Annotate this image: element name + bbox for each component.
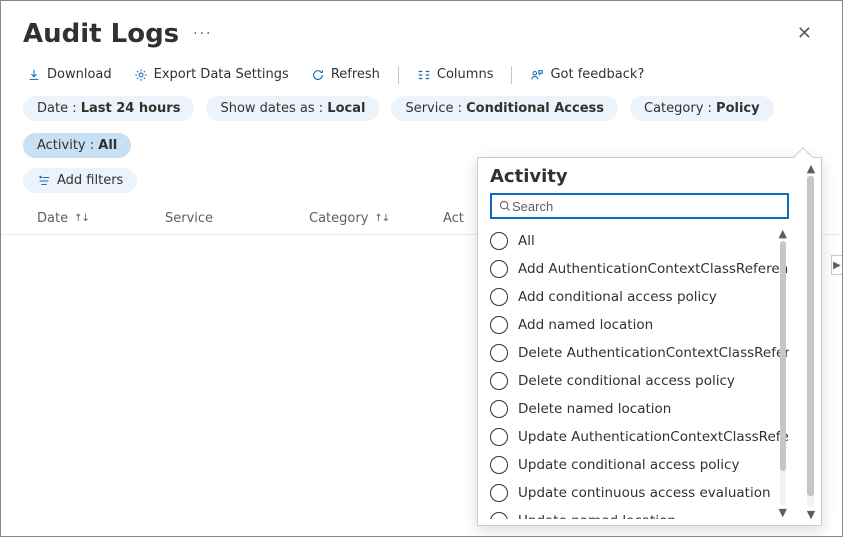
search-input[interactable] (512, 199, 781, 214)
panel-scroll-thumb[interactable] (807, 176, 814, 496)
gear-icon (134, 68, 148, 82)
search-icon (498, 199, 512, 213)
columns-button[interactable]: Columns (413, 65, 498, 84)
option-update-authctx[interactable]: Update AuthenticationContextClassReferen… (490, 423, 779, 451)
option-label: Update named location (518, 513, 676, 519)
panel-scrollbar: ▲ ▼ (801, 158, 821, 525)
filter-add-icon (37, 174, 51, 188)
filter-showdates-label: Show dates as : (220, 101, 327, 116)
list-scroll-thumb[interactable] (780, 241, 786, 471)
download-button[interactable]: Download (23, 65, 116, 84)
list-scroll-down[interactable]: ▼ (779, 506, 787, 519)
filter-activity[interactable]: Activity : All (23, 133, 131, 158)
column-header-date[interactable]: Date ↑↓ (37, 211, 165, 226)
columns-label: Columns (437, 67, 494, 82)
option-label: Delete AuthenticationContextClassReferen… (518, 345, 789, 361)
option-add-namedloc[interactable]: Add named location (490, 311, 779, 339)
option-label: All (518, 233, 535, 249)
option-add-capolicy[interactable]: Add conditional access policy (490, 283, 779, 311)
refresh-button[interactable]: Refresh (307, 65, 384, 84)
radio-icon (490, 344, 508, 362)
separator (511, 66, 512, 84)
refresh-label: Refresh (331, 67, 380, 82)
radio-icon (490, 484, 508, 502)
option-label: Delete named location (518, 401, 671, 417)
filter-service-value: Conditional Access (466, 101, 604, 116)
export-settings-label: Export Data Settings (154, 67, 289, 82)
list-scroll-up[interactable]: ▲ (779, 227, 787, 240)
filter-date-value: Last 24 hours (81, 101, 181, 116)
column-header-service[interactable]: Service (165, 211, 309, 226)
panel-scroll-down[interactable]: ▼ (801, 508, 821, 521)
filter-service[interactable]: Service : Conditional Access (391, 96, 618, 121)
add-filters-label: Add filters (57, 173, 123, 188)
filter-category-value: Policy (716, 101, 760, 116)
radio-icon (490, 316, 508, 334)
export-settings-button[interactable]: Export Data Settings (130, 65, 293, 84)
filter-showdates-value: Local (327, 101, 365, 116)
option-add-authctx[interactable]: Add AuthenticationContextClassReference (490, 255, 779, 283)
option-label: Update continuous access evaluation (518, 485, 771, 501)
filter-category-label: Category : (644, 101, 716, 116)
filter-date-label: Date : (37, 101, 81, 116)
command-bar: Download Export Data Settings Refresh Co… (1, 53, 842, 94)
radio-icon (490, 232, 508, 250)
person-feedback-icon (530, 68, 544, 82)
page-title: Audit Logs (23, 19, 179, 49)
feedback-button[interactable]: Got feedback? (526, 65, 648, 84)
column-header-category[interactable]: Category ↑↓ (309, 211, 443, 226)
radio-icon (490, 400, 508, 418)
radio-icon (490, 428, 508, 446)
radio-icon (490, 456, 508, 474)
download-label: Download (47, 67, 112, 82)
refresh-icon (311, 68, 325, 82)
sort-icon: ↑↓ (374, 213, 389, 224)
radio-icon (490, 288, 508, 306)
option-all[interactable]: All (490, 227, 779, 255)
download-icon (27, 68, 41, 82)
separator (398, 66, 399, 84)
filter-service-label: Service : (405, 101, 466, 116)
close-icon[interactable]: ✕ (789, 21, 820, 47)
add-filters-button[interactable]: Add filters (23, 168, 137, 193)
column-header-activity-label: Act (443, 211, 464, 226)
option-label: Add named location (518, 317, 653, 333)
option-delete-authctx[interactable]: Delete AuthenticationContextClassReferen… (490, 339, 779, 367)
radio-icon (490, 372, 508, 390)
sort-icon: ↑↓ (74, 213, 89, 224)
option-update-capolicy[interactable]: Update conditional access policy (490, 451, 779, 479)
option-delete-capolicy[interactable]: Delete conditional access policy (490, 367, 779, 395)
column-header-service-label: Service (165, 211, 213, 226)
option-update-cae[interactable]: Update continuous access evaluation (490, 479, 779, 507)
option-label: Delete conditional access policy (518, 373, 735, 389)
column-header-category-label: Category (309, 211, 368, 226)
dropdown-search[interactable] (490, 193, 789, 219)
dropdown-title: Activity (490, 166, 789, 187)
option-delete-namedloc[interactable]: Delete named location (490, 395, 779, 423)
option-label: Add AuthenticationContextClassReference (518, 261, 789, 277)
panel-scroll-up[interactable]: ▲ (801, 162, 821, 175)
option-label: Add conditional access policy (518, 289, 717, 305)
filter-activity-label: Activity : (37, 138, 98, 153)
option-label: Update AuthenticationContextClassReferen… (518, 429, 789, 445)
column-header-date-label: Date (37, 211, 68, 226)
activity-dropdown: Activity All Add AuthenticationContextCl… (477, 157, 822, 526)
filter-showdates[interactable]: Show dates as : Local (206, 96, 379, 121)
filter-category[interactable]: Category : Policy (630, 96, 774, 121)
filter-activity-value: All (98, 138, 117, 153)
columns-icon (417, 68, 431, 82)
feedback-label: Got feedback? (550, 67, 644, 82)
radio-icon (490, 512, 508, 519)
option-update-namedloc[interactable]: Update named location (490, 507, 779, 519)
option-label: Update conditional access policy (518, 457, 739, 473)
dropdown-list: All Add AuthenticationContextClassRefere… (490, 227, 789, 519)
filter-date[interactable]: Date : Last 24 hours (23, 96, 194, 121)
horizontal-scroll-right[interactable]: ▶ (831, 255, 842, 275)
radio-icon (490, 260, 508, 278)
more-options-icon[interactable]: ··· (193, 26, 212, 42)
